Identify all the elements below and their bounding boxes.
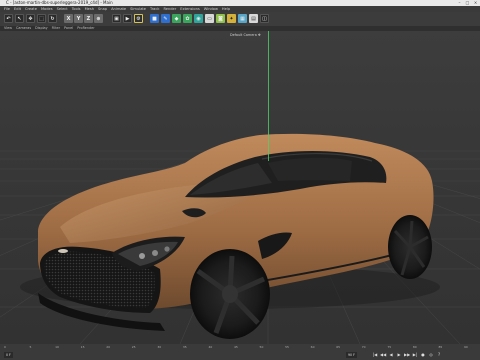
timeline-tick: 60 xyxy=(310,345,315,349)
timeline-tick: 80 xyxy=(412,345,417,349)
floor-icon[interactable]: ▭ xyxy=(205,14,214,23)
render-view-icon[interactable]: ▣ xyxy=(112,14,121,23)
z-axis-icon[interactable]: Z xyxy=(84,14,93,23)
timeline-tick: 30 xyxy=(157,345,162,349)
timeline-tick: 45 xyxy=(234,345,238,349)
array-icon[interactable]: ✿ xyxy=(183,14,192,23)
timeline-tick: 5 xyxy=(29,345,32,349)
3d-viewport[interactable]: Default Camera ✥ xyxy=(0,31,480,344)
y-axis-icon[interactable]: Y xyxy=(74,14,83,23)
record-icon[interactable]: ● xyxy=(420,352,426,358)
move-icon[interactable]: ✥ xyxy=(26,14,35,23)
scale-icon[interactable]: ⬚ xyxy=(37,14,46,23)
timeline-tick: 75 xyxy=(387,345,392,349)
workplane-icon[interactable]: ◫ xyxy=(260,14,269,23)
timeline-tick: 15 xyxy=(80,345,85,349)
play-icon[interactable]: ▶ xyxy=(396,352,402,358)
coordinate-system-icon[interactable]: ⊕ xyxy=(94,14,103,23)
next-frame-icon[interactable]: ▶▶ xyxy=(404,352,410,358)
main-toolbar: ↶ ↖ ✥ ⬚ ↻ X Y Z ⊕ ▣ ▶ ⚙ ■ ✎ ◆ ✿ ◉ ▭ ◙ ✦ ▦ ▤ ◫ xyxy=(0,12,480,26)
render-settings-icon[interactable]: ⚙ xyxy=(134,14,143,23)
timeline-ruler[interactable]: 0 5 10 15 20 25 30 35 40 45 50 55 60 65 70 75 80 85 90 xyxy=(4,345,476,351)
deformer-icon[interactable]: ◉ xyxy=(194,14,203,23)
timeline-tick: 0 xyxy=(4,345,6,349)
timeline-tick: 55 xyxy=(285,345,289,349)
timeline-tick: 85 xyxy=(438,345,443,349)
help-icon[interactable]: ? xyxy=(436,352,442,358)
live-select-icon[interactable]: ↖ xyxy=(15,14,24,23)
layout-grid-icon[interactable]: ▦ xyxy=(238,14,247,23)
cinema4d-window: C - [aston-martin-dbs-superleggera-2019_… xyxy=(0,0,480,360)
subdivision-surface-icon[interactable]: ◆ xyxy=(172,14,181,23)
camera-icon[interactable]: ◙ xyxy=(216,14,225,23)
timeline-tick: 25 xyxy=(131,345,136,349)
camera-label[interactable]: Default Camera ✥ xyxy=(230,33,261,37)
current-frame-field[interactable]: 90 F xyxy=(346,352,357,358)
x-axis-icon[interactable]: X xyxy=(64,14,73,23)
display-mode-icon[interactable]: ▤ xyxy=(249,14,258,23)
undo-icon[interactable]: ↶ xyxy=(4,14,13,23)
timeline-tick: 50 xyxy=(259,345,264,349)
viewport-scene xyxy=(0,133,480,344)
light-icon[interactable]: ✦ xyxy=(227,14,236,23)
timeline-panel: 0 5 10 15 20 25 30 35 40 45 50 55 60 65 70 75 80 85 90 0 F… xyxy=(0,344,480,360)
render-picture-viewer-icon[interactable]: ▶ xyxy=(123,14,132,23)
autokey-icon[interactable]: ◎ xyxy=(428,352,434,358)
timeline-tick: 65 xyxy=(336,345,341,349)
start-frame-field[interactable]: 0 F xyxy=(4,352,13,358)
car-model xyxy=(38,133,434,339)
timeline-tick: 35 xyxy=(182,345,187,349)
go-to-start-icon[interactable]: |◀ xyxy=(372,352,378,358)
previous-key-icon[interactable]: ◀◀ xyxy=(380,352,386,358)
spline-pen-icon[interactable]: ✎ xyxy=(161,14,170,23)
go-to-end-icon[interactable]: ▶| xyxy=(412,352,418,358)
rotate-icon[interactable]: ↻ xyxy=(48,14,57,23)
timeline-tick: 10 xyxy=(55,345,59,349)
playback-controls: 0 F 90 F |◀ ◀◀ ◀ ▶ ▶▶ ▶| ● ◎? xyxy=(0,352,480,359)
previous-frame-icon[interactable]: ◀ xyxy=(388,352,394,358)
timeline-tick: 40 xyxy=(208,345,213,349)
cube-icon[interactable]: ■ xyxy=(150,14,159,23)
timeline-tick: 70 xyxy=(361,345,366,349)
y-axis-line xyxy=(268,31,269,161)
timeline-tick: 20 xyxy=(106,345,111,349)
timeline-tick: 90 xyxy=(464,345,468,349)
